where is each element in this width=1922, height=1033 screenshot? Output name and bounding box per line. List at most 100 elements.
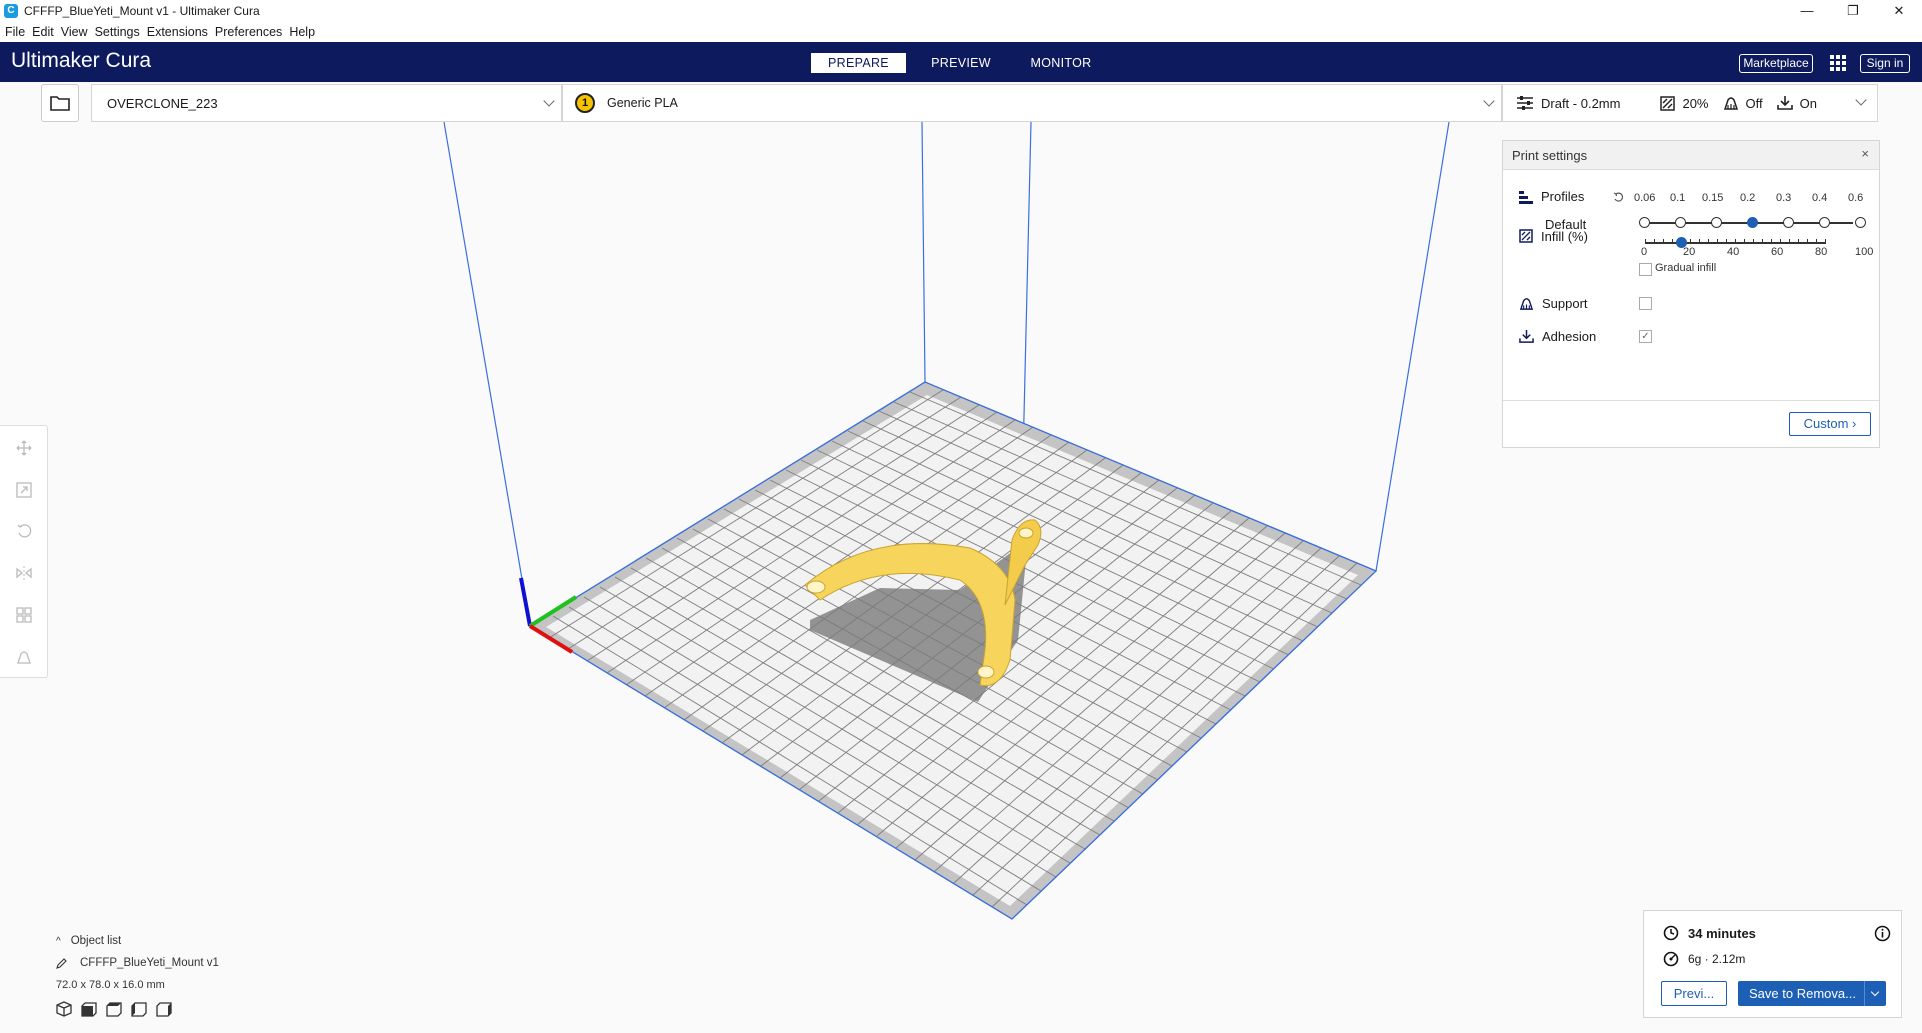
save-to-removable-button[interactable]: Save to Remova... (1738, 981, 1886, 1006)
layer-height-label: 0.06 (1634, 192, 1656, 204)
chevron-down-icon (543, 95, 555, 107)
infill-slider-tick (1708, 239, 1709, 244)
infill-tick-label: 60 (1771, 246, 1784, 258)
app-logo: Ultimaker Cura (11, 49, 151, 73)
layer-height-node[interactable] (1711, 217, 1722, 228)
title-bar: C CFFFP_BlueYeti_Mount v1 - Ultimaker Cu… (0, 0, 1922, 21)
chevron-down-icon[interactable] (1864, 981, 1886, 1006)
layer-height-node[interactable] (1675, 217, 1686, 228)
layer-height-node[interactable] (1819, 217, 1830, 228)
support-value: Off (1745, 95, 1763, 111)
custom-settings-button[interactable]: Custom › (1789, 412, 1871, 436)
folder-icon (50, 96, 70, 111)
spool-icon (1663, 951, 1679, 967)
sign-in-button[interactable]: Sign in (1860, 54, 1910, 73)
object-list-item[interactable]: CFFFP_BlueYeti_Mount v1 (56, 952, 219, 974)
menu-view[interactable]: View (61, 25, 88, 39)
layer-height-label: 0.1 (1670, 192, 1686, 204)
infill-slider-tick (1771, 239, 1772, 244)
move-tool-icon[interactable] (14, 438, 34, 458)
menu-preferences[interactable]: Preferences (215, 25, 282, 39)
save-button-label: Save to Remova... (1749, 986, 1856, 1001)
cura-app-icon: C (4, 3, 18, 18)
layer-height-node[interactable] (1855, 217, 1866, 228)
infill-tick-label: 40 (1727, 246, 1740, 258)
layer-height-node[interactable] (1783, 217, 1794, 228)
menu-file[interactable]: File (5, 25, 25, 39)
infill-tick-label: 80 (1815, 246, 1828, 258)
menu-edit[interactable]: Edit (32, 25, 54, 39)
rotate-tool-icon[interactable] (14, 521, 34, 541)
print-time-row: 34 minutes (1663, 925, 1756, 941)
info-icon[interactable] (1874, 925, 1891, 942)
mirror-tool-icon[interactable] (14, 563, 34, 583)
apps-grid-icon[interactable] (1830, 55, 1846, 71)
front-view-icon[interactable] (81, 1001, 97, 1017)
support-checkbox[interactable] (1639, 297, 1652, 310)
chevron-down-icon[interactable] (1855, 94, 1867, 106)
layer-height-node[interactable] (1639, 217, 1650, 228)
custom-button-label: Custom (1803, 416, 1849, 431)
infill-slider-tick (1780, 239, 1781, 244)
object-list-header[interactable]: ^ Object list (56, 930, 219, 952)
logo-ultimaker: Ultimaker (11, 49, 100, 72)
top-view-icon[interactable] (106, 1001, 122, 1017)
printer-name: OVERCLONE_223 (107, 95, 218, 111)
minimize-icon[interactable]: — (1784, 0, 1830, 21)
print-settings-summary[interactable]: Draft - 0.2mm 20% Off On (1502, 84, 1878, 122)
material-name: Generic PLA (607, 96, 678, 110)
profile-label: Draft - 0.2mm (1541, 95, 1621, 111)
object-dimensions: 72.0 x 78.0 x 16.0 mm (56, 979, 165, 991)
reset-icon[interactable] (1613, 192, 1624, 203)
infill-slider-tick (1645, 239, 1646, 244)
infill-value: 20% (1682, 95, 1709, 111)
close-window-icon[interactable]: ✕ (1876, 0, 1922, 21)
sliders-icon (1517, 96, 1533, 110)
preview-button[interactable]: Previ... (1661, 981, 1727, 1006)
infill-tick-label: 20 (1683, 246, 1696, 258)
infill-slider-tick (1654, 239, 1655, 244)
per-model-settings-icon[interactable] (14, 605, 34, 625)
support-label: Support (1542, 296, 1588, 311)
adhesion-value: On (1799, 95, 1817, 111)
material-selector[interactable]: 1 Generic PLA (562, 84, 1502, 122)
marketplace-button[interactable]: Marketplace (1739, 54, 1813, 73)
adhesion-checkbox[interactable]: ✓ (1639, 330, 1652, 343)
tab-prepare[interactable]: PREPARE (811, 53, 906, 73)
infill-slider-tick (1816, 239, 1817, 244)
material-usage-row: 6g · 2.12m (1663, 951, 1745, 967)
infill-slider-tick (1699, 239, 1700, 244)
close-icon[interactable]: × (1861, 146, 1869, 161)
layer-height-node-selected[interactable] (1747, 217, 1758, 228)
menu-settings[interactable]: Settings (95, 25, 140, 39)
infill-icon (1519, 229, 1533, 243)
tool-bar (0, 425, 48, 678)
open-file-button[interactable] (41, 84, 79, 122)
object-list: ^ Object list CFFFP_BlueYeti_Mount v1 72… (56, 930, 219, 1017)
adhesion-icon (1776, 96, 1793, 110)
panel-header: Print settings × (1503, 141, 1879, 170)
adhesion-label: Adhesion (1542, 329, 1597, 344)
3d-view-icon[interactable] (56, 1001, 72, 1017)
printer-selector[interactable]: OVERCLONE_223 (91, 84, 562, 122)
adhesion-summary: On (1776, 95, 1817, 111)
menu-extensions[interactable]: Extensions (147, 25, 208, 39)
right-view-icon[interactable] (156, 1001, 172, 1017)
restore-icon[interactable]: ❐ (1830, 0, 1876, 21)
infill-slider-tick (1753, 239, 1754, 244)
camera-view-buttons (56, 1001, 219, 1017)
infill-tick-label: 100 (1855, 246, 1874, 258)
support-icon (1723, 97, 1738, 110)
left-view-icon[interactable] (131, 1001, 147, 1017)
infill-label: Infill (%) (1541, 228, 1588, 244)
scale-tool-icon[interactable] (14, 480, 34, 500)
tab-preview[interactable]: PREVIEW (916, 53, 1006, 73)
gradual-infill-checkbox[interactable] (1639, 263, 1652, 276)
infill-slider-tick (1762, 239, 1763, 244)
window-controls: — ❐ ✕ (1784, 0, 1922, 21)
support-blocker-icon[interactable] (14, 647, 34, 667)
print-summary-panel: 34 minutes 6g · 2.12m Previ... Save to R… (1643, 910, 1902, 1018)
adhesion-label-row: Adhesion (1519, 329, 1596, 344)
tab-monitor[interactable]: MONITOR (1016, 53, 1106, 73)
menu-help[interactable]: Help (289, 25, 315, 39)
